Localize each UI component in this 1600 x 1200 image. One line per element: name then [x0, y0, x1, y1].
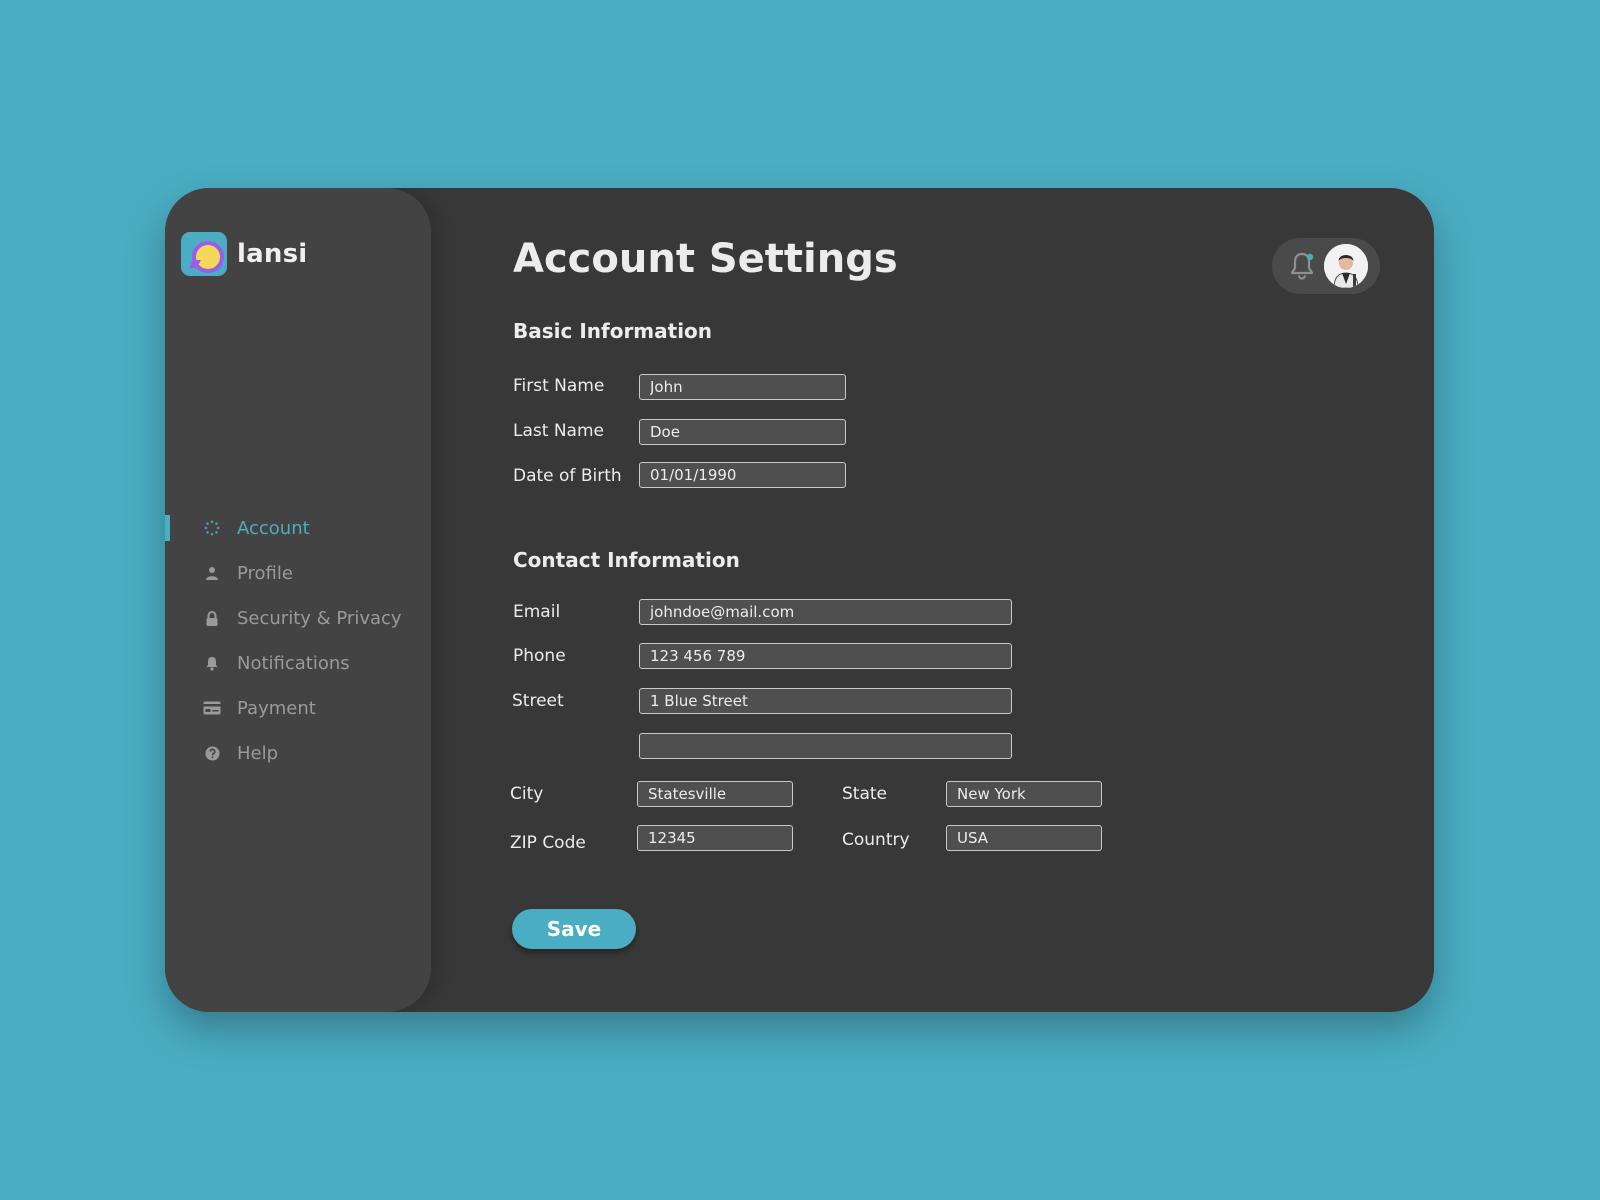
email-input[interactable]: [639, 599, 1012, 625]
active-indicator: [165, 515, 170, 541]
sidebar-item-label: Notifications: [237, 652, 350, 674]
dob-label: Date of Birth: [513, 466, 622, 486]
user-icon: [202, 563, 222, 583]
save-button[interactable]: Save: [512, 909, 636, 949]
sidebar-item-profile[interactable]: Profile: [165, 553, 431, 593]
sidebar-item-security[interactable]: Security & Privacy: [165, 598, 431, 638]
sidebar-item-payment[interactable]: Payment: [165, 688, 431, 728]
sidebar-item-label: Help: [237, 742, 279, 764]
credit-card-icon: [202, 698, 222, 718]
brand-name: lansi: [237, 239, 308, 269]
header-actions: [1272, 238, 1380, 294]
first-name-label: First Name: [513, 376, 605, 396]
last-name-label: Last Name: [513, 421, 604, 441]
app-window: lansi Account Profile Security & Privacy…: [165, 188, 1434, 1012]
basic-info-title: Basic Information: [513, 319, 713, 343]
first-name-input[interactable]: [639, 374, 846, 400]
country-input[interactable]: [946, 825, 1102, 851]
app-logo-icon: [181, 232, 227, 276]
spinner-icon: [202, 518, 222, 538]
zip-label: ZIP Code: [510, 833, 586, 853]
brand: lansi: [181, 232, 307, 276]
city-label: City: [510, 784, 544, 804]
lock-icon: [202, 608, 222, 628]
state-label: State: [842, 784, 887, 804]
zip-input[interactable]: [637, 825, 793, 851]
page-title: Account Settings: [513, 236, 898, 282]
last-name-input[interactable]: [639, 419, 846, 445]
sidebar-item-label: Security & Privacy: [237, 607, 402, 629]
help-icon: [202, 743, 222, 763]
email-label: Email: [513, 602, 561, 622]
bell-icon: [202, 653, 222, 673]
dob-input[interactable]: [639, 462, 846, 488]
street-label: Street: [512, 691, 564, 711]
sidebar-item-label: Profile: [237, 562, 293, 584]
notification-bell-icon[interactable]: [1288, 251, 1316, 281]
country-label: Country: [842, 830, 910, 850]
street-line2-input[interactable]: [639, 733, 1012, 759]
phone-label: Phone: [513, 646, 566, 666]
state-input[interactable]: [946, 781, 1102, 807]
sidebar-item-notifications[interactable]: Notifications: [165, 643, 431, 683]
city-input[interactable]: [637, 781, 793, 807]
contact-info-title: Contact Information: [513, 548, 740, 572]
sidebar: lansi Account Profile Security & Privacy…: [165, 188, 431, 1012]
sidebar-item-help[interactable]: Help: [165, 733, 431, 773]
street-input[interactable]: [639, 688, 1012, 714]
sidebar-item-label: Account: [237, 517, 310, 539]
phone-input[interactable]: [639, 643, 1012, 669]
user-avatar[interactable]: [1324, 244, 1368, 288]
sidebar-item-account[interactable]: Account: [165, 508, 431, 548]
sidebar-item-label: Payment: [237, 697, 316, 719]
